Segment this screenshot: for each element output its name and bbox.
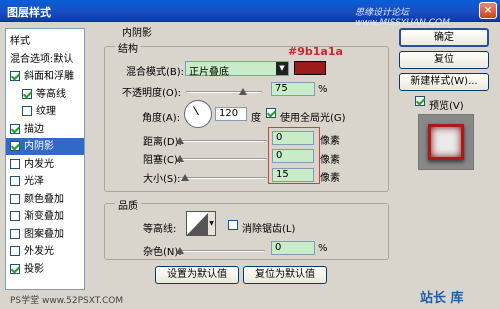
noise-slider[interactable]: [176, 247, 265, 254]
sidebar-item[interactable]: 斜面和浮雕: [6, 68, 84, 85]
noise-slider-thumb[interactable]: [176, 247, 184, 254]
blend-mode-label: 混合模式(B):: [126, 67, 185, 78]
chevron-down-icon: ▼: [208, 212, 215, 235]
contour-preview-icon: [187, 212, 209, 235]
sidebar-checkbox[interactable]: [22, 106, 32, 116]
angle-dial[interactable]: [184, 100, 212, 128]
sidebar-item[interactable]: 渐变叠加: [6, 208, 84, 225]
color-annotation: #9b1a1a: [288, 45, 343, 58]
sidebar-checkbox[interactable]: [10, 123, 20, 134]
sidebar-item[interactable]: 内发光: [6, 156, 84, 173]
size-slider-thumb[interactable]: [181, 174, 190, 181]
new-style-button[interactable]: 新建样式(W)...: [399, 73, 489, 91]
sidebar-checkbox[interactable]: [10, 246, 20, 256]
contour-picker[interactable]: ▼: [186, 211, 216, 236]
opacity-unit: %: [318, 84, 328, 95]
sidebar-item-label: 纹理: [36, 106, 56, 117]
choke-slider-thumb[interactable]: [176, 155, 184, 162]
distance-slider[interactable]: [176, 137, 267, 144]
sidebar-checkbox[interactable]: [10, 141, 20, 151]
sidebar-item-label: 样式: [10, 36, 30, 47]
preview-thumbnail: [418, 114, 474, 170]
angle-input[interactable]: 120: [215, 107, 247, 121]
sidebar-item[interactable]: 颜色叠加: [6, 191, 84, 208]
sidebar-item[interactable]: 外发光: [6, 243, 84, 260]
distance-unit: 像素: [320, 136, 340, 147]
opacity-slider-thumb[interactable]: [238, 88, 247, 95]
sidebar-item-label: 内发光: [24, 158, 54, 170]
structure-title: 结构: [115, 40, 141, 55]
sidebar-checkbox[interactable]: [10, 263, 20, 274]
sidebar-checkbox[interactable]: [10, 176, 20, 186]
close-icon: ×: [483, 3, 493, 16]
sidebar-item[interactable]: 等高线: [6, 86, 84, 103]
angle-label: 角度(A):: [142, 113, 181, 124]
distance-slider-thumb[interactable]: [176, 137, 184, 144]
sidebar-item[interactable]: 纹理: [6, 103, 84, 120]
opacity-label: 不透明度(O):: [122, 88, 182, 99]
styles-list: 样式混合选项:默认斜面和浮雕等高线纹理描边内阴影内发光光泽颜色叠加渐变叠加图案叠…: [5, 28, 85, 290]
sidebar-item[interactable]: 内阴影: [6, 138, 84, 155]
sidebar-checkbox[interactable]: [10, 228, 20, 239]
sidebar-item-label: 图案叠加: [24, 228, 64, 240]
size-slider[interactable]: [179, 174, 267, 181]
sidebar-item-label: 光泽: [24, 176, 44, 187]
reset-default-button[interactable]: 复位为默认值: [243, 266, 327, 284]
sidebar-item-label: 外发光: [24, 246, 54, 257]
sidebar-item[interactable]: 混合选项:默认: [6, 51, 84, 68]
sidebar-checkbox[interactable]: [10, 71, 20, 81]
set-default-button[interactable]: 设置为默认值: [155, 266, 239, 284]
title-bar: 图层样式 思缘设计论坛 www.MISSYUAN.COM ×: [0, 0, 500, 28]
sidebar-item[interactable]: 图案叠加: [6, 226, 84, 243]
sidebar-item-label: 等高线: [36, 88, 66, 100]
reset-button[interactable]: 复位: [399, 51, 489, 69]
sidebar-checkbox[interactable]: [22, 88, 32, 99]
watermark-bottom-right: 站长 库: [420, 291, 464, 306]
opacity-input[interactable]: 75: [271, 82, 315, 96]
sidebar-item[interactable]: 描边: [6, 121, 84, 138]
close-button[interactable]: ×: [479, 2, 497, 19]
sidebar-item-label: 混合选项:默认: [10, 53, 74, 65]
size-label: 大小(S):: [143, 174, 181, 185]
sidebar-checkbox[interactable]: [10, 158, 20, 169]
section-title: 内阴影: [122, 28, 152, 39]
sidebar-checkbox[interactable]: [10, 211, 20, 221]
sidebar-item-label: 内阴影: [24, 141, 54, 152]
antialias-checkbox[interactable]: [228, 220, 239, 231]
quality-title: 品质: [115, 197, 141, 212]
sidebar-item[interactable]: 光泽: [6, 173, 84, 190]
preview-checkbox[interactable]: [415, 96, 426, 107]
opacity-slider[interactable]: [186, 88, 262, 95]
noise-unit: %: [318, 243, 328, 254]
watermark-bottom-left: PS学堂 www.52PSXT.COM: [10, 296, 124, 306]
sidebar-checkbox[interactable]: [10, 193, 20, 204]
chevron-down-icon: ▼: [276, 62, 288, 75]
angle-unit: 度: [251, 113, 261, 124]
window-title: 图层样式: [7, 6, 51, 19]
sidebar-item[interactable]: 样式: [6, 33, 84, 50]
blend-mode-value: 正片叠底: [189, 67, 229, 78]
sidebar-item-label: 渐变叠加: [24, 211, 64, 222]
ok-button[interactable]: 确定: [399, 28, 489, 47]
global-light-checkbox[interactable]: [266, 108, 277, 119]
highlight-box: [268, 127, 320, 184]
blend-mode-select[interactable]: 正片叠底 ▼: [185, 61, 289, 78]
sidebar-item-label: 描边: [24, 123, 44, 135]
shadow-color-swatch[interactable]: [294, 61, 326, 75]
contour-label: 等高线:: [143, 224, 177, 235]
preview-label: 预览(V): [429, 101, 464, 112]
sidebar-item-label: 斜面和浮雕: [24, 71, 74, 82]
choke-unit: 像素: [320, 155, 340, 166]
size-unit: 像素: [320, 173, 340, 184]
sidebar-item[interactable]: 投影: [6, 261, 84, 278]
sidebar-item-label: 颜色叠加: [24, 193, 64, 205]
antialias-label: 消除锯齿(L): [242, 224, 296, 235]
sidebar-item-label: 投影: [24, 263, 44, 275]
noise-input[interactable]: 0: [271, 241, 315, 255]
choke-slider[interactable]: [176, 155, 267, 162]
global-light-label: 使用全局光(G): [280, 113, 346, 124]
